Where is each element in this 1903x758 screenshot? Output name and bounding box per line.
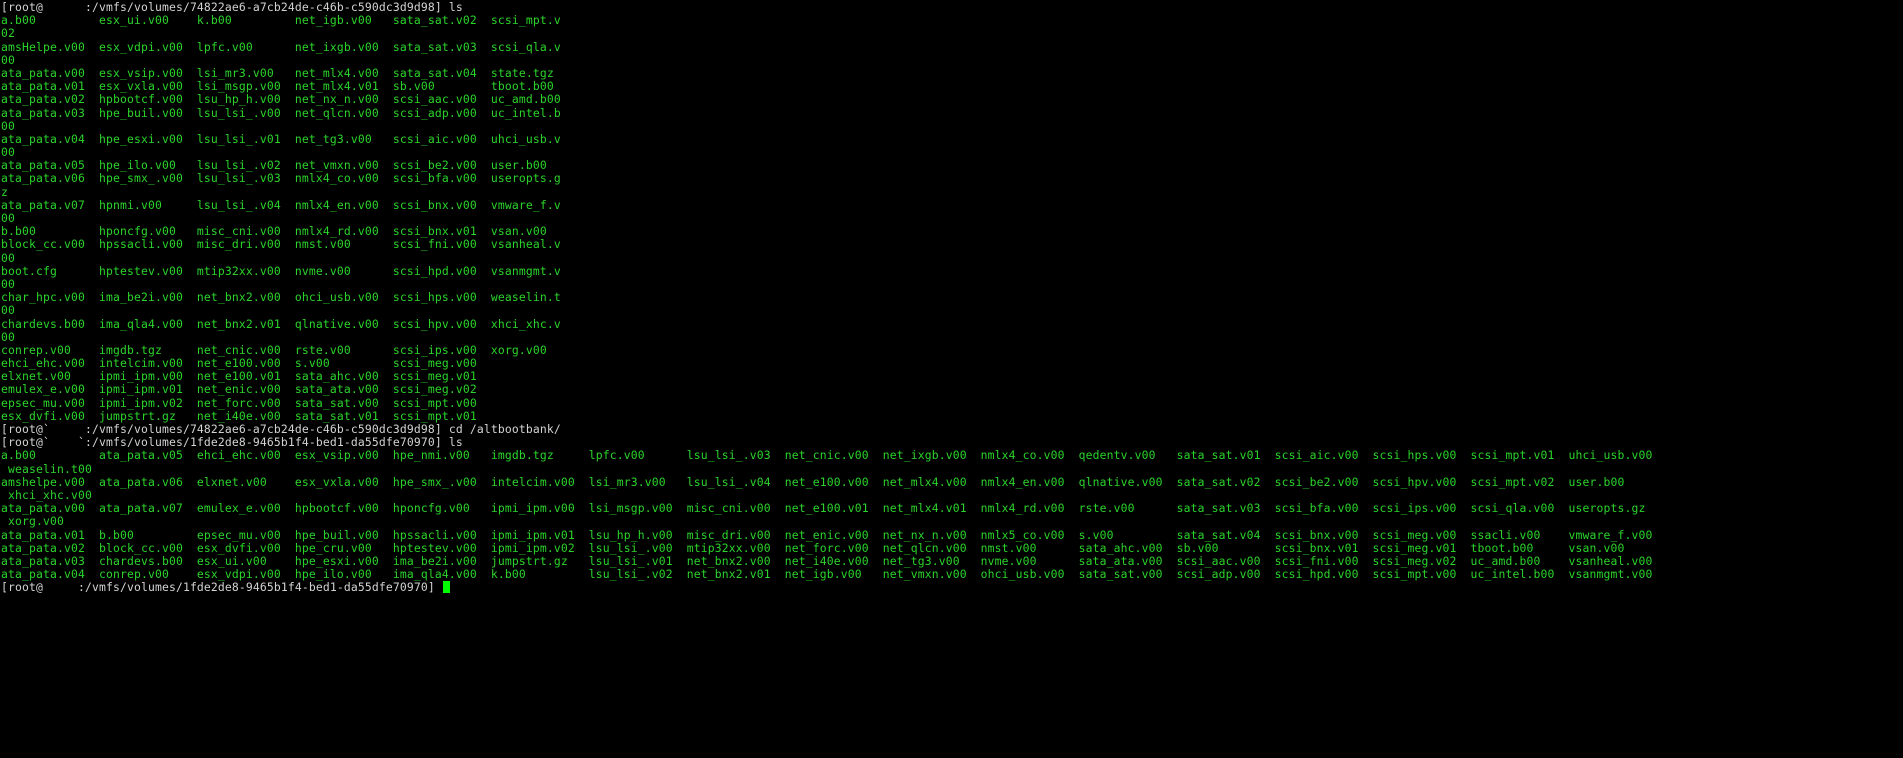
file-list-text: chardevs.b00 ima_qla4.v00 net_bnx2.v01 q… — [1, 316, 561, 331]
file-list-text: ata_pata.v02 block_cc.v00 esx_dvfi.v00 h… — [1, 540, 1625, 555]
prompt-text: [root@` :/vmfs/volumes/74822ae6-a7cb24de… — [1, 422, 561, 436]
file-list-text: ata_pata.v02 hpbootcf.v00 lsu_hp_h.v00 n… — [1, 92, 561, 107]
file-list-text: emulex_e.v00 ipmi_ipm.v01 net_enic.v00 s… — [1, 382, 477, 397]
listing-line: boot.cfg hptestev.v00 mtip32xx.v00 nvme.… — [1, 263, 1652, 278]
listing-line: chardevs.b00 ima_qla4.v00 net_bnx2.v01 q… — [1, 316, 1652, 331]
listing-line: ata_pata.v04 hpe_esxi.v00 lsu_lsi_.v01 n… — [1, 131, 1652, 146]
prompt-line: [root@ :/vmfs/volumes/1fde2de8-9465b1f4-… — [1, 581, 1652, 594]
prompt-text: [root@` `:/vmfs/volumes/1fde2de8-9465b1f… — [1, 435, 463, 450]
file-list-text: ata_pata.v00 esx_vsip.v00 lsi_mr3.v00 ne… — [1, 65, 554, 80]
cursor-block[interactable] — [442, 581, 450, 594]
prompt-text: [root@ :/vmfs/volumes/74822ae6-a7cb24de-… — [1, 0, 463, 14]
file-list-text: weaselin.t00 — [1, 461, 92, 476]
listing-line: amsHelpe.v00 esx_vdpi.v00 lpfc.v00 net_i… — [1, 39, 1652, 54]
file-list-text: ata_pata.v01 b.b00 epsec_mu.v00 hpe_buil… — [1, 527, 1653, 542]
file-list-text: epsec_mu.v00 ipmi_ipm.v02 net_forc.v00 s… — [1, 395, 477, 410]
file-list-text: 02 — [1, 26, 15, 41]
file-list-text: 00 — [1, 145, 15, 160]
file-list-text: amshelpe.v00 ata_pata.v06 elxnet.v00 esx… — [1, 474, 1625, 489]
file-list-text: boot.cfg hptestev.v00 mtip32xx.v00 nvme.… — [1, 263, 561, 278]
file-list-text: 00 — [1, 276, 15, 291]
listing-line: a.b00 ata_pata.v05 ehci_ehc.v00 esx_vsip… — [1, 449, 1652, 462]
file-list-text: a.b00 ata_pata.v05 ehci_ehc.v00 esx_vsip… — [1, 448, 1653, 463]
listing-line: block_cc.v00 hpssacli.v00 misc_dri.v00 n… — [1, 238, 1652, 251]
file-list-text: ata_pata.v03 hpe_buil.v00 lsu_lsi_.v00 n… — [1, 105, 561, 120]
file-list-text: conrep.v00 imgdb.tgz net_cnic.v00 rste.v… — [1, 342, 547, 357]
file-list-text: xorg.v00 — [1, 514, 64, 529]
file-list-text: esx_dvfi.v00 jumpstrt.gz net_i40e.v00 sa… — [1, 408, 477, 423]
listing-line: a.b00 esx_ui.v00 k.b00 net_igb.v00 sata_… — [1, 14, 1652, 27]
file-list-text: 00 — [1, 250, 15, 265]
listing-line: amshelpe.v00 ata_pata.v06 elxnet.v00 esx… — [1, 474, 1652, 489]
listing-line: ata_pata.v06 hpe_smx_.v00 lsu_lsi_.v03 n… — [1, 172, 1652, 185]
listing-line: ata_pata.v03 hpe_buil.v00 lsu_lsi_.v00 n… — [1, 105, 1652, 120]
file-list-text: ata_pata.v05 hpe_ilo.v00 lsu_lsi_.v02 ne… — [1, 158, 547, 173]
file-list-text: amsHelpe.v00 esx_vdpi.v00 lpfc.v00 net_i… — [1, 39, 561, 54]
file-list-text: 00 — [1, 118, 15, 133]
prompt-text: [root@ :/vmfs/volumes/1fde2de8-9465b1f4-… — [1, 580, 442, 595]
file-list-text: 00 — [1, 211, 15, 225]
file-list-text: char_hpc.v00 ima_be2i.v00 net_bnx2.v00 o… — [1, 290, 561, 305]
file-list-text: a.b00 esx_ui.v00 k.b00 net_igb.v00 sata_… — [1, 13, 561, 28]
file-list-text: ata_pata.v01 esx_vxla.v00 lsi_msgp.v00 n… — [1, 79, 554, 94]
file-list-text: ata_pata.v04 hpe_esxi.v00 lsu_lsi_.v01 n… — [1, 131, 561, 146]
file-list-text: ata_pata.v06 hpe_smx_.v00 lsu_lsi_.v03 n… — [1, 171, 561, 186]
file-list-text: ata_pata.v03 chardevs.b00 esx_ui.v00 hpe… — [1, 553, 1653, 568]
terminal-output: [root@ :/vmfs/volumes/74822ae6-a7cb24de-… — [1, 0, 1653, 594]
file-list-text: elxnet.v00 ipmi_ipm.v00 net_e100.v01 sat… — [1, 369, 477, 384]
file-list-text: ata_pata.v04 conrep.v00 esx_vdpi.v00 hpe… — [1, 567, 1653, 582]
file-list-text: ata_pata.v07 hpnmi.v00 lsu_lsi_.v04 nmlx… — [1, 197, 561, 212]
file-list-text: z — [1, 184, 8, 199]
file-list-text: ehci_ehc.v00 intelcim.v00 net_e100.v00 s… — [1, 356, 477, 371]
file-list-text: 00 — [1, 303, 15, 318]
file-list-text: ata_pata.v00 ata_pata.v07 emulex_e.v00 h… — [1, 501, 1646, 516]
file-list-text: xhci_xhc.v00 — [1, 487, 92, 502]
file-list-text: block_cc.v00 hpssacli.v00 misc_dri.v00 n… — [1, 237, 561, 252]
file-list-text: 00 — [1, 329, 15, 344]
listing-line: ata_pata.v07 hpnmi.v00 lsu_lsi_.v04 nmlx… — [1, 197, 1652, 212]
listing-line: char_hpc.v00 ima_be2i.v00 net_bnx2.v00 o… — [1, 291, 1652, 304]
listing-line: ata_pata.v00 ata_pata.v07 emulex_e.v00 h… — [1, 502, 1652, 515]
terminal-window[interactable]: [root@ :/vmfs/volumes/74822ae6-a7cb24de-… — [0, 0, 1903, 758]
file-list-text: b.b00 hponcfg.v00 misc_cni.v00 nmlx4_rd.… — [1, 224, 547, 239]
file-list-text: 00 — [1, 52, 15, 67]
